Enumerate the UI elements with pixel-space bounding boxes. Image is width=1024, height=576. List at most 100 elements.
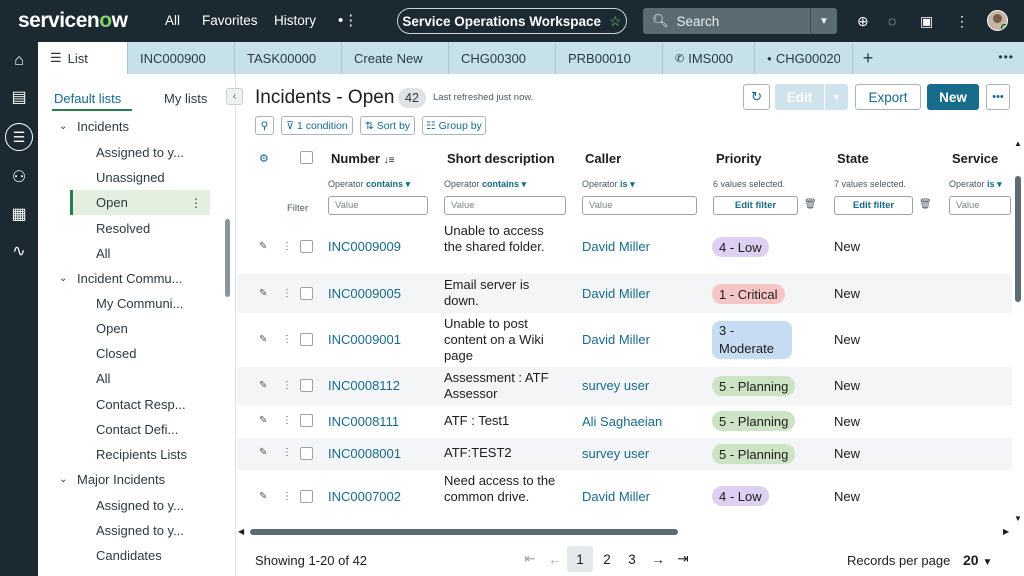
table-row[interactable]: ✎ ⋮ INC0009005 Email server is down. Dav… bbox=[237, 274, 1012, 313]
row-checkbox[interactable] bbox=[300, 240, 313, 253]
column-settings-icon[interactable]: ⚙ bbox=[259, 152, 269, 165]
sidepanel-scrollbar[interactable] bbox=[225, 219, 230, 297]
trash-icon[interactable]: 🗑︎ bbox=[804, 199, 817, 210]
horizontal-scrollbar[interactable]: ◀ ▶ bbox=[237, 526, 1023, 538]
service-filter-input[interactable]: Value bbox=[949, 196, 1011, 215]
row-menu-icon[interactable]: ⋮ bbox=[282, 288, 292, 299]
tab-change[interactable]: CHG00300 bbox=[449, 42, 556, 74]
number-filter-input[interactable]: Value bbox=[328, 196, 428, 215]
caller-link[interactable]: David Miller bbox=[582, 489, 650, 504]
desc-operator[interactable]: Operator contains ▾ bbox=[444, 179, 526, 190]
sidebar-item[interactable]: Contact Defi... bbox=[38, 417, 208, 442]
incident-number-link[interactable]: INC0008111 bbox=[328, 414, 399, 429]
search-input[interactable]: Search bbox=[677, 14, 720, 29]
tab-my-lists[interactable]: My lists bbox=[164, 91, 207, 106]
last-page-icon[interactable]: ⇥ bbox=[670, 546, 696, 572]
inbox-icon[interactable]: ▤ bbox=[0, 82, 38, 112]
edit-dropdown-button[interactable]: ▼ bbox=[825, 84, 848, 110]
nav-all[interactable]: All bbox=[165, 13, 180, 28]
incident-number-link[interactable]: INC0009009 bbox=[328, 239, 401, 254]
column-header-number[interactable]: Number ↓≡ bbox=[331, 151, 395, 166]
globe-icon[interactable]: ⊕ bbox=[857, 13, 869, 30]
table-row[interactable]: ✎ ⋮ INC0009001 Unable to post content on… bbox=[237, 314, 1012, 366]
table-row[interactable]: ✎ ⋮ INC0008001 ATF:TEST2 survey user 5 -… bbox=[237, 438, 1012, 470]
desc-filter-input[interactable]: Value bbox=[444, 196, 566, 215]
kebab-menu-icon[interactable]: ⋮ bbox=[955, 13, 969, 30]
sidebar-item[interactable]: Unassigned bbox=[38, 165, 208, 190]
tab-change-2[interactable]: ● CHG00020 bbox=[755, 42, 853, 74]
sidebar-item[interactable]: Contact Resp... bbox=[38, 392, 208, 417]
next-page-icon[interactable]: → bbox=[645, 546, 671, 572]
pencil-icon[interactable]: ✎ bbox=[259, 447, 267, 458]
row-checkbox[interactable] bbox=[300, 379, 313, 392]
scroll-up-icon[interactable]: ▲ bbox=[1014, 139, 1022, 148]
incident-number-link[interactable]: INC0007002 bbox=[328, 489, 401, 504]
pencil-icon[interactable]: ✎ bbox=[259, 491, 267, 502]
table-row[interactable]: ✎ ⋮ INC0007002 Need access to the common… bbox=[237, 471, 1012, 523]
sidebar-group-major-incidents[interactable]: ⌄ Major Incidents bbox=[38, 467, 208, 492]
sidebar-item[interactable]: Closed bbox=[38, 341, 208, 366]
row-checkbox[interactable] bbox=[300, 490, 313, 503]
tab-interaction[interactable]: ✆ IMS000 bbox=[663, 42, 755, 74]
pencil-icon[interactable]: ✎ bbox=[259, 288, 267, 299]
row-checkbox[interactable] bbox=[300, 287, 313, 300]
workspace-selector[interactable]: Service Operations Workspace ☆ bbox=[397, 8, 627, 34]
pencil-icon[interactable]: ✎ bbox=[259, 334, 267, 345]
home-icon[interactable]: ⌂ bbox=[0, 46, 38, 76]
caller-link[interactable]: Ali Saghaeian bbox=[582, 414, 662, 429]
chat-icon[interactable]: ◌ bbox=[888, 13, 896, 29]
sidebar-item[interactable]: My Communi... bbox=[38, 291, 208, 316]
row-checkbox[interactable] bbox=[300, 414, 313, 427]
collapse-panel-button[interactable]: ‹ bbox=[226, 88, 243, 105]
more-menu-icon[interactable]: •⋮ bbox=[338, 11, 358, 29]
global-search[interactable]: 🔍︎ Search ▼ bbox=[643, 8, 837, 34]
notifications-icon[interactable]: ▣ bbox=[920, 13, 933, 30]
trash-icon[interactable]: 🗑︎ bbox=[919, 199, 932, 210]
tab-incident[interactable]: INC000900 bbox=[128, 42, 235, 74]
caller-link[interactable]: survey user bbox=[582, 446, 649, 461]
list-view-icon[interactable]: ☰ bbox=[0, 122, 38, 152]
sort-by-button[interactable]: ⇅ Sort by bbox=[360, 116, 415, 135]
nav-favorites[interactable]: Favorites bbox=[202, 13, 258, 28]
tab-default-lists[interactable]: Default lists bbox=[54, 91, 121, 106]
column-header-caller[interactable]: Caller bbox=[585, 151, 621, 166]
caller-link[interactable]: survey user bbox=[582, 378, 649, 393]
row-checkbox[interactable] bbox=[300, 447, 313, 460]
servicenow-logo[interactable]: servicenow bbox=[18, 9, 128, 33]
incident-number-link[interactable]: INC0008112 bbox=[328, 378, 400, 393]
sidebar-item[interactable]: Assigned to y... bbox=[38, 518, 208, 543]
sidebar-item[interactable]: All bbox=[38, 366, 208, 391]
tab-task[interactable]: TASK00000 bbox=[235, 42, 342, 74]
column-header-priority[interactable]: Priority bbox=[716, 151, 762, 166]
search-list-button[interactable]: ⚲ bbox=[255, 116, 274, 135]
sidebar-item[interactable]: Open bbox=[38, 316, 208, 341]
activity-icon[interactable]: ∿ bbox=[0, 236, 38, 266]
column-header-service[interactable]: Service bbox=[952, 151, 998, 166]
table-row[interactable]: ✎ ⋮ INC0008112 Assessment : ATF Assessor… bbox=[237, 367, 1012, 405]
caller-link[interactable]: David Miller bbox=[582, 286, 650, 301]
column-header-state[interactable]: State bbox=[837, 151, 869, 166]
service-operator[interactable]: Operator is ▾ bbox=[949, 179, 1002, 190]
edit-button[interactable]: Edit bbox=[775, 84, 824, 110]
sidebar-item[interactable]: Assigned to y... bbox=[38, 493, 208, 518]
tabs-more-icon[interactable]: ••• bbox=[998, 50, 1014, 64]
incident-number-link[interactable]: INC0009005 bbox=[328, 286, 401, 301]
records-per-page-select[interactable]: 20 ▼ bbox=[963, 552, 992, 568]
previous-page-icon[interactable]: ← bbox=[542, 546, 568, 572]
horizontal-scroll-thumb[interactable] bbox=[250, 529, 678, 535]
chevron-down-icon[interactable]: ▼ bbox=[810, 8, 837, 34]
caller-link[interactable]: David Miller bbox=[582, 239, 650, 254]
sidebar-item[interactable]: Resolved bbox=[38, 216, 208, 241]
calendar-icon[interactable]: ▦ bbox=[0, 199, 38, 229]
table-row[interactable]: ✎ ⋮ INC0008111 ATF : Test1 Ali Saghaeian… bbox=[237, 406, 1012, 437]
scroll-down-icon[interactable]: ▼ bbox=[1014, 514, 1022, 523]
page-3-button[interactable]: 3 bbox=[619, 546, 645, 572]
row-menu-icon[interactable]: ⋮ bbox=[282, 415, 292, 426]
row-menu-icon[interactable]: ⋮ bbox=[282, 380, 292, 391]
sidebar-group-incident-communications[interactable]: ⌄ Incident Commu... bbox=[38, 266, 208, 291]
row-menu-icon[interactable]: ⋮ bbox=[282, 491, 292, 502]
caller-link[interactable]: David Miller bbox=[582, 332, 650, 347]
state-edit-filter-button[interactable]: Edit filter bbox=[834, 196, 913, 215]
tab-create-new[interactable]: Create New bbox=[342, 42, 449, 74]
sidebar-item[interactable]: Candidates bbox=[38, 543, 208, 568]
